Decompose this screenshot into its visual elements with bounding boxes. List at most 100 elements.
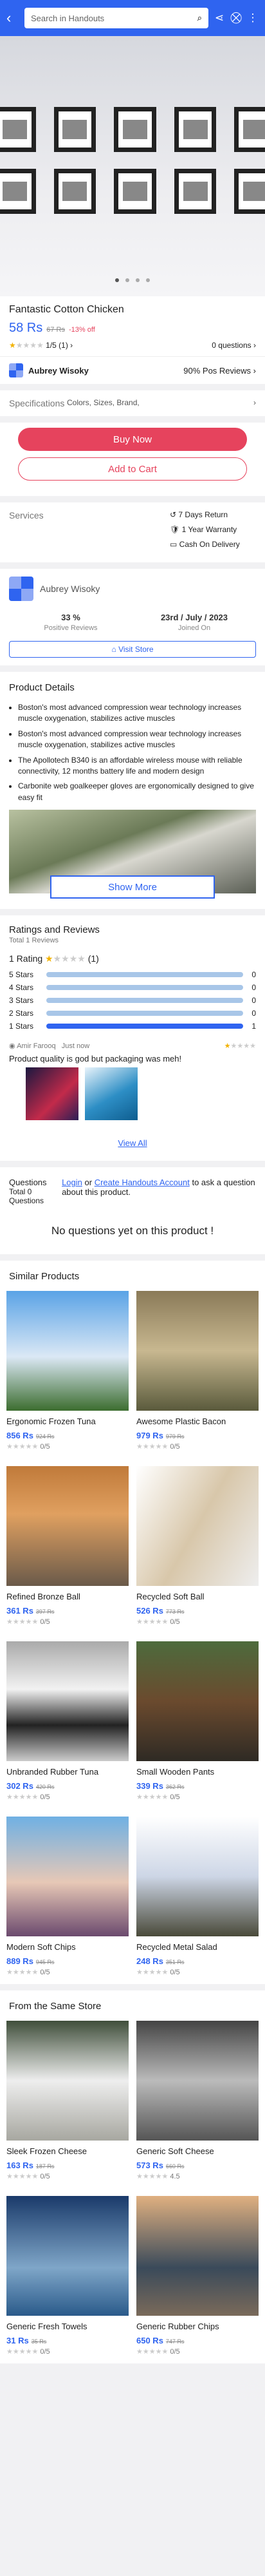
login-link[interactable]: Login — [62, 1178, 82, 1187]
rating-bar: 3 Stars 0 — [9, 996, 256, 1006]
old-price: 67 Rs — [46, 326, 65, 334]
price-row: 58 Rs 67 Rs -13% off — [0, 318, 265, 338]
product-card[interactable]: Awesome Plastic Bacon 979 Rs 979 Rs ★★★★★ 0… — [136, 1291, 259, 1451]
product-card-rating: ★★★★★ 0/5 — [6, 1969, 50, 1977]
product-card-image[interactable] — [136, 1466, 259, 1587]
seller-card: Aubrey Wisoky 33 % Positive Reviews 23rd … — [0, 569, 265, 665]
product-card-image[interactable] — [136, 1817, 259, 1937]
rating-bar: 4 Stars 0 — [9, 983, 256, 993]
specifications-row[interactable]: Specifications Colors, Sizes, Brand, › — [0, 390, 265, 416]
product-card-name: Recycled Soft Ball — [136, 1592, 205, 1602]
product-card-name: Generic Rubber Chips — [136, 2322, 219, 2332]
product-card-name: Refined Bronze Ball — [6, 1592, 80, 1602]
star-icon: ★ — [9, 341, 16, 350]
share-icon[interactable]: ⋖ — [214, 12, 225, 24]
product-card-price: 302 Rs 420 Rs — [6, 1781, 55, 1791]
rating-bar: 2 Stars 0 — [9, 1009, 256, 1018]
search-icon[interactable]: ⌕ — [197, 13, 202, 23]
ratings-reviews: Ratings and Reviews Total 1 Reviews 1 Ra… — [0, 915, 265, 1161]
product-card-image[interactable] — [6, 1641, 129, 1762]
same-store-products: From the Same Store Sleek Frozen Cheese 1… — [0, 1990, 265, 2364]
services: Services ↺ 7 Days Return 🛡 1 Year Warran… — [0, 502, 265, 562]
product-card-image[interactable] — [6, 2021, 129, 2141]
rating-value: 1/5 (1) — [46, 341, 68, 350]
view-all-link[interactable]: View All — [0, 1129, 265, 1161]
chevron-right-icon: › — [253, 398, 256, 407]
product-card-price: 573 Rs 660 Rs — [136, 2161, 185, 2171]
product-card-image[interactable] — [6, 1817, 129, 1937]
add-to-cart-button[interactable]: Add to Cart — [18, 457, 247, 481]
product-card-image[interactable] — [136, 2196, 259, 2316]
product-card-price: 889 Rs 945 Rs — [6, 1956, 55, 1967]
product-card-rating: ★★★★★ 0/5 — [6, 2173, 50, 2181]
product-card[interactable]: Ergonomic Frozen Tuna 856 Rs 924 Rs ★★★★★ 0… — [6, 1291, 129, 1451]
search-input[interactable]: Search in Handouts ⌕ — [24, 8, 208, 28]
product-details: Product Details Boston's most advanced c… — [0, 672, 265, 910]
more-icon[interactable]: ⋮ — [247, 12, 259, 24]
seller-name: Aubrey Wisoky — [40, 584, 100, 594]
cart-icon[interactable]: ⛒ — [230, 12, 242, 24]
product-card-image[interactable] — [136, 1641, 259, 1762]
product-info: Fantastic Cotton Chicken 58 Rs 67 Rs -13… — [0, 296, 265, 384]
product-card-name: Small Wooden Pants — [136, 1767, 215, 1777]
product-card-image[interactable] — [6, 2196, 129, 2316]
product-card-image[interactable] — [6, 1291, 129, 1411]
product-card[interactable]: Generic Soft Cheese 573 Rs 660 Rs ★★★★★ 4.5 — [136, 2021, 259, 2180]
buy-now-button[interactable]: Buy Now — [18, 428, 247, 451]
product-title: Fantastic Cotton Chicken — [9, 304, 124, 315]
product-card[interactable]: Unbranded Rubber Tuna 302 Rs 420 Rs ★★★★★ 0… — [6, 1641, 129, 1801]
back-arrow-icon[interactable]: ‹ — [6, 10, 19, 26]
product-card-name: Modern Soft Chips — [6, 1942, 76, 1952]
vendor-row[interactable]: Aubrey Wisoky 90% Pos Reviews › — [0, 356, 265, 384]
product-card-rating: ★★★★★ 0/5 — [136, 1969, 180, 1977]
product-card-price: 339 Rs 362 Rs — [136, 1781, 185, 1791]
product-card[interactable]: Generic Rubber Chips 650 Rs 747 Rs ★★★★★ 0/… — [136, 2196, 259, 2356]
product-card[interactable]: Small Wooden Pants 339 Rs 362 Rs ★★★★★ 0/5 — [136, 1641, 259, 1801]
store-icon: ⌂ — [111, 645, 116, 654]
product-card-price: 248 Rs 351 Rs — [136, 1956, 185, 1967]
product-card-rating: ★★★★★ 4.5 — [136, 2173, 180, 2181]
discount: -13% off — [69, 326, 95, 334]
product-card-price: 979 Rs 979 Rs — [136, 1431, 185, 1441]
questions-count: 0 questions — [212, 341, 251, 350]
product-image-carousel[interactable] — [0, 36, 265, 296]
product-card-name: Sleek Frozen Cheese — [6, 2146, 87, 2157]
rating-row[interactable]: ★★★★★ 1/5 (1) › 0 questions › — [0, 338, 265, 356]
visit-store-button[interactable]: ⌂ Visit Store — [9, 641, 256, 658]
product-card[interactable]: Modern Soft Chips 889 Rs 945 Rs ★★★★★ 0/5 — [6, 1817, 129, 1976]
rating-bar: 1 Stars 1 — [9, 1022, 256, 1031]
product-card-rating: ★★★★★ 0/5 — [136, 1618, 180, 1627]
product-card-name: Recycled Metal Salad — [136, 1942, 217, 1952]
product-card-image[interactable] — [6, 1466, 129, 1587]
product-card-price: 650 Rs 747 Rs — [136, 2336, 185, 2346]
rating-bar: 5 Stars 0 — [9, 970, 256, 980]
review-image[interactable] — [85, 1067, 138, 1121]
action-buttons: Buy Now Add to Cart — [0, 423, 265, 496]
product-image — [0, 107, 265, 231]
product-card-rating: ★★★★★ 0/5 — [136, 1443, 180, 1451]
top-bar: ‹ Search in Handouts ⌕ ⋖ ⛒ ⋮ — [0, 0, 265, 36]
vendor-logo — [9, 363, 23, 377]
product-card[interactable]: Recycled Metal Salad 248 Rs 351 Rs ★★★★★ 0/… — [136, 1817, 259, 1976]
product-card-price: 361 Rs 397 Rs — [6, 1606, 55, 1616]
service-return: ↺ 7 Days Return — [170, 510, 228, 519]
product-card[interactable]: Generic Fresh Towels 31 Rs 35 Rs ★★★★★ 0/5 — [6, 2196, 129, 2356]
product-card[interactable]: Sleek Frozen Cheese 163 Rs 187 Rs ★★★★★ 0/5 — [6, 2021, 129, 2180]
product-card[interactable]: Refined Bronze Ball 361 Rs 397 Rs ★★★★★ 0/5 — [6, 1466, 129, 1626]
product-card-name: Generic Fresh Towels — [6, 2322, 87, 2332]
carousel-dots[interactable] — [0, 278, 265, 282]
product-card-name: Unbranded Rubber Tuna — [6, 1767, 99, 1777]
product-card[interactable]: Recycled Soft Ball 526 Rs 773 Rs ★★★★★ 0/5 — [136, 1466, 259, 1626]
product-card-price: 31 Rs 35 Rs — [6, 2336, 47, 2346]
product-card-image[interactable] — [136, 2021, 259, 2141]
review-image[interactable] — [26, 1067, 78, 1121]
service-warranty: 🛡 1 Year Warranty — [170, 525, 237, 534]
product-card-rating: ★★★★★ 0/5 — [6, 1793, 50, 1802]
product-card-image[interactable] — [136, 1291, 259, 1411]
product-card-name: Awesome Plastic Bacon — [136, 1417, 226, 1427]
similar-products: Similar Products Ergonomic Frozen Tuna 85… — [0, 1261, 265, 1985]
service-cod: ▭ Cash On Delivery — [170, 540, 240, 549]
seller-logo — [9, 577, 33, 601]
show-more-button[interactable]: Show More — [50, 875, 215, 899]
create-account-link[interactable]: Create Handouts Account — [95, 1178, 190, 1187]
